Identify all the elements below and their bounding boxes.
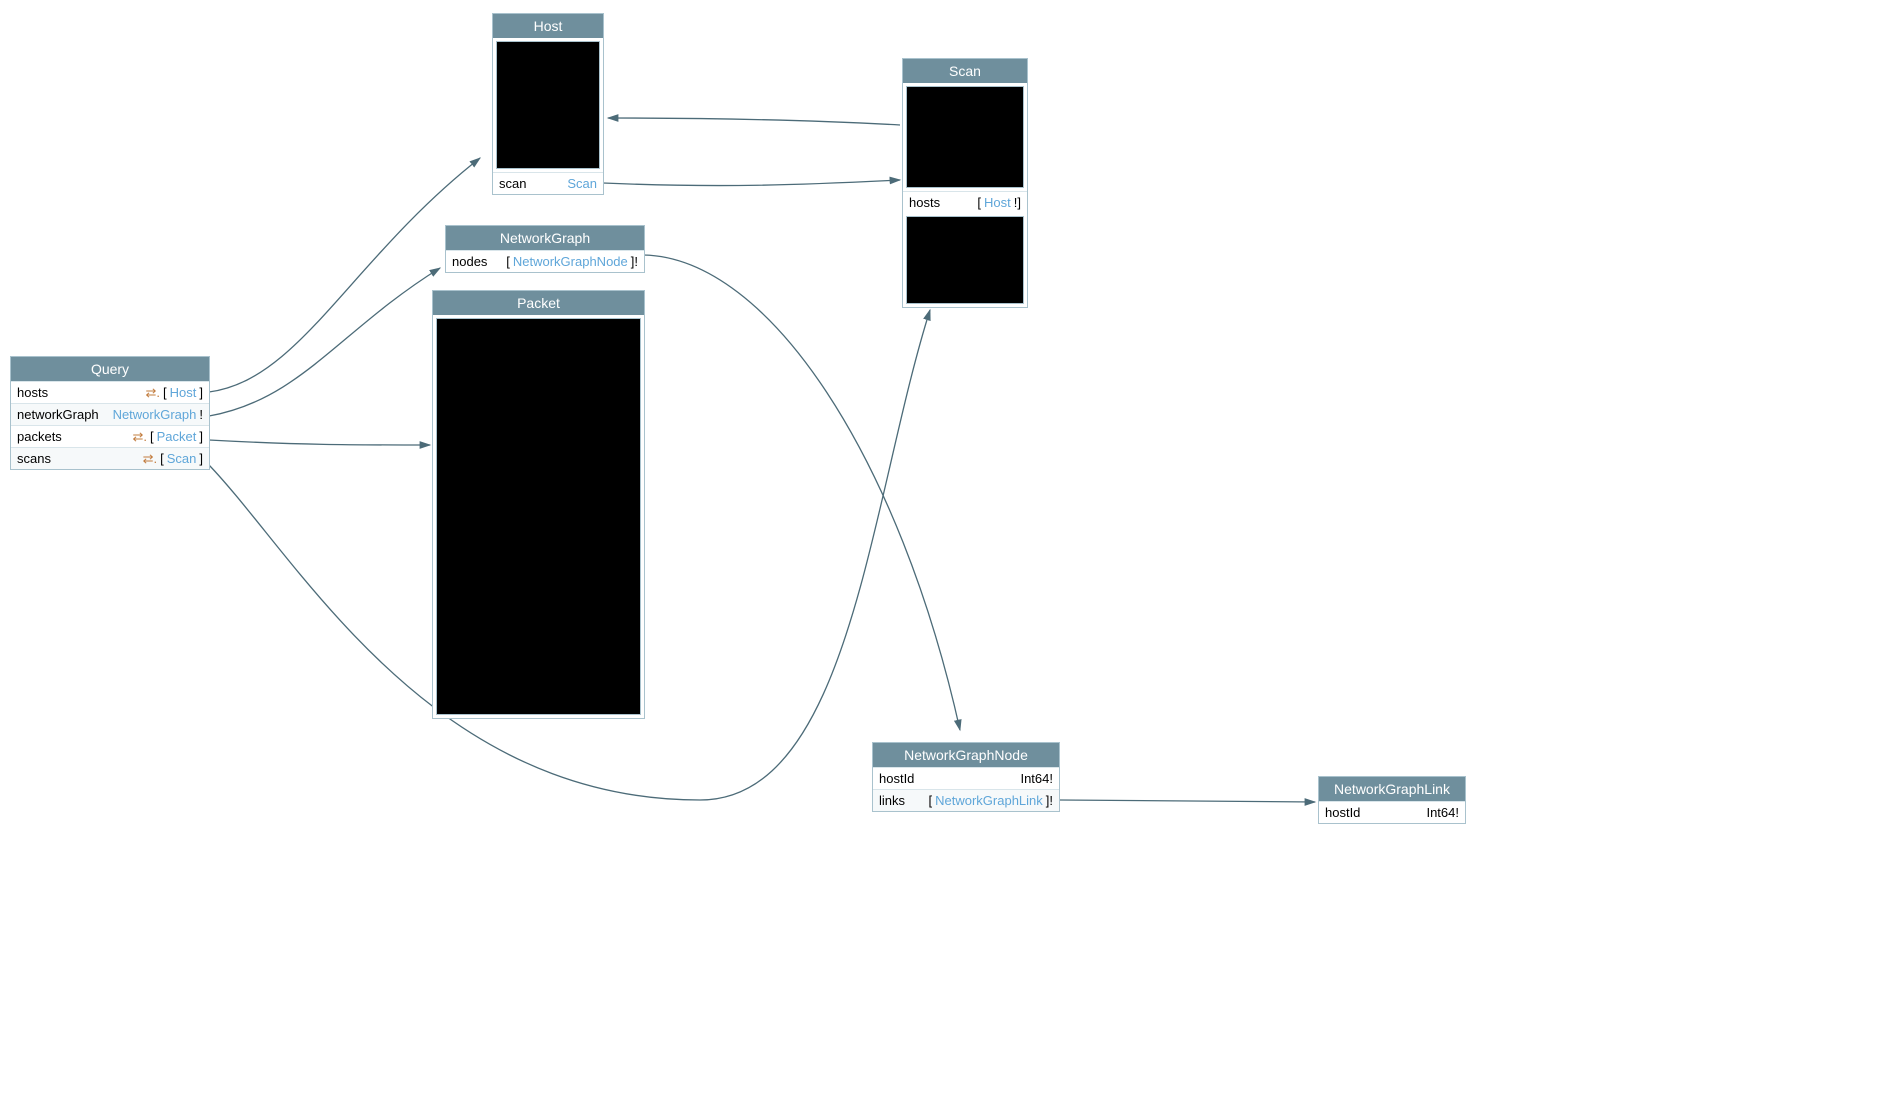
- redacted-content: [906, 86, 1024, 188]
- field-type: [Host!]: [977, 195, 1021, 210]
- edge-ngn-links-to-ngl: [1060, 800, 1315, 802]
- field-host-scan[interactable]: scan Scan: [493, 172, 603, 194]
- type-link-networkgraphnode[interactable]: NetworkGraphNode: [513, 254, 628, 269]
- field-name: hosts: [17, 385, 48, 400]
- node-query[interactable]: Query hosts ⇄. [Host] networkGraph Netwo…: [10, 356, 210, 470]
- relay-icon: ⇄.: [146, 386, 161, 399]
- type-link-packet[interactable]: Packet: [157, 429, 197, 444]
- field-type: [NetworkGraphNode]!: [506, 254, 638, 269]
- node-ngn-header: NetworkGraphNode: [873, 743, 1059, 767]
- field-name: scan: [499, 176, 526, 191]
- field-type: ⇄. [Host]: [146, 385, 204, 400]
- field-name: packets: [17, 429, 62, 444]
- field-scan-hosts[interactable]: hosts [Host!]: [903, 191, 1027, 213]
- field-type: Int64!: [1426, 805, 1459, 820]
- field-query-scans[interactable]: scans ⇄. [Scan]: [11, 447, 209, 469]
- edge-networkgraph-nodes: [644, 255, 960, 730]
- edge-host-scan-to-scan: [603, 180, 900, 186]
- field-name: links: [879, 793, 905, 808]
- edge-scan-hosts-to-host: [608, 118, 900, 125]
- field-type: ⇄. [Packet]: [132, 429, 203, 444]
- type-link-scan[interactable]: Scan: [567, 176, 597, 191]
- field-name: nodes: [452, 254, 487, 269]
- node-packet[interactable]: Packet: [432, 290, 645, 719]
- field-type: Int64!: [1020, 771, 1053, 786]
- field-type: NetworkGraph!: [113, 407, 203, 422]
- field-name: hostId: [1325, 805, 1360, 820]
- relay-icon: ⇄.: [132, 430, 147, 443]
- field-type: ⇄. [Scan]: [143, 451, 203, 466]
- type-link-host[interactable]: Host: [984, 195, 1011, 210]
- edge-query-packets: [209, 440, 430, 445]
- node-scan[interactable]: Scan hosts [Host!]: [902, 58, 1028, 308]
- relay-icon: ⇄.: [143, 452, 158, 465]
- node-host-header: Host: [493, 14, 603, 38]
- field-query-packets[interactable]: packets ⇄. [Packet]: [11, 425, 209, 447]
- redacted-content: [436, 318, 641, 715]
- node-query-header: Query: [11, 357, 209, 381]
- redacted-content: [906, 216, 1024, 304]
- field-networkgraph-nodes[interactable]: nodes [NetworkGraphNode]!: [446, 250, 644, 272]
- type-link-host[interactable]: Host: [170, 385, 197, 400]
- field-ngn-hostid[interactable]: hostId Int64!: [873, 767, 1059, 789]
- type-link-networkgraphlink[interactable]: NetworkGraphLink: [935, 793, 1043, 808]
- node-ngl-header: NetworkGraphLink: [1319, 777, 1465, 801]
- field-query-hosts[interactable]: hosts ⇄. [Host]: [11, 381, 209, 403]
- node-host[interactable]: Host scan Scan: [492, 13, 604, 195]
- field-name: hostId: [879, 771, 914, 786]
- field-ngl-hostid[interactable]: hostId Int64!: [1319, 801, 1465, 823]
- field-query-networkgraph[interactable]: networkGraph NetworkGraph!: [11, 403, 209, 425]
- edge-query-networkgraph: [209, 268, 440, 416]
- type-link-networkgraph[interactable]: NetworkGraph: [113, 407, 197, 422]
- field-type: [NetworkGraphLink]!: [928, 793, 1053, 808]
- node-networkgraph[interactable]: NetworkGraph nodes [NetworkGraphNode]!: [445, 225, 645, 273]
- node-networkgraphnode[interactable]: NetworkGraphNode hostId Int64! links [Ne…: [872, 742, 1060, 812]
- node-networkgraphlink[interactable]: NetworkGraphLink hostId Int64!: [1318, 776, 1466, 824]
- field-name: scans: [17, 451, 51, 466]
- field-type: Scan: [567, 176, 597, 191]
- field-name: hosts: [909, 195, 940, 210]
- field-ngn-links[interactable]: links [NetworkGraphLink]!: [873, 789, 1059, 811]
- node-networkgraph-header: NetworkGraph: [446, 226, 644, 250]
- node-packet-header: Packet: [433, 291, 644, 315]
- field-name: networkGraph: [17, 407, 99, 422]
- node-scan-header: Scan: [903, 59, 1027, 83]
- redacted-content: [496, 41, 600, 169]
- type-link-scan[interactable]: Scan: [167, 451, 197, 466]
